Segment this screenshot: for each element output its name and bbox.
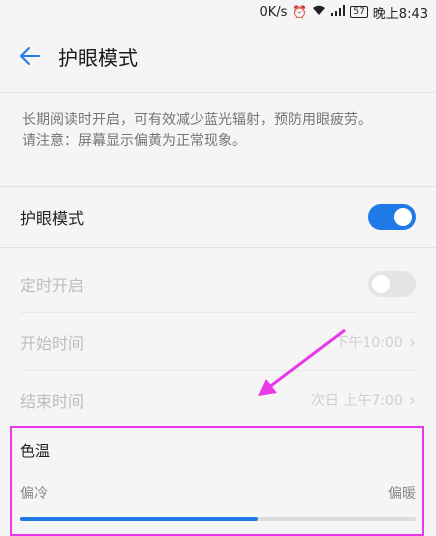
toggle-knob <box>394 208 412 226</box>
signal-icon <box>331 5 346 19</box>
slider-fill <box>20 517 258 521</box>
end-time-row[interactable]: 结束时间 次日 上午7:00 › <box>0 371 436 429</box>
color-temp-slider[interactable] <box>20 517 416 521</box>
section-divider <box>0 186 436 187</box>
status-bar: 0K/s ⏰ 57 晚上8:43 <box>0 0 436 24</box>
app-bar: 护眼模式 <box>0 24 436 88</box>
eye-mode-label: 护眼模式 <box>20 209 85 228</box>
start-time-row[interactable]: 开始时间 下午10:00 › <box>0 313 436 371</box>
back-arrow-icon[interactable] <box>12 38 48 74</box>
network-speed: 0K/s <box>259 4 288 20</box>
toggle-knob <box>372 275 390 293</box>
alarm-clock-icon: ⏰ <box>292 5 308 19</box>
schedule-row[interactable]: 定时开启 <box>0 255 436 313</box>
page-title: 护眼模式 <box>58 45 138 70</box>
start-time-value: 下午10:00 <box>334 335 403 351</box>
cool-label: 偏冷 <box>20 486 48 502</box>
end-time-value: 次日 上午7:00 <box>310 393 403 409</box>
start-time-value-group: 下午10:00 › <box>334 332 416 353</box>
header-divider <box>0 92 436 93</box>
chevron-right-icon: › <box>408 389 416 411</box>
color-temp-label: 色温 <box>20 442 51 460</box>
section-divider-2 <box>0 247 436 248</box>
battery-icon: 57 <box>350 6 368 18</box>
start-time-label: 开始时间 <box>20 334 85 353</box>
description: 长期阅读时开启，可有效减少蓝光辐射，预防用眼疲劳。 请注意：屏幕显示偏黄为正常现… <box>22 110 417 152</box>
schedule-label: 定时开启 <box>20 276 85 295</box>
description-note: 请注意：屏幕显示偏黄为正常现象。 <box>22 133 246 149</box>
eye-mode-row[interactable]: 护眼模式 <box>0 188 436 246</box>
schedule-toggle[interactable] <box>368 271 416 297</box>
end-time-value-group: 次日 上午7:00 › <box>311 390 416 411</box>
warm-label: 偏暖 <box>388 486 416 502</box>
wifi-icon <box>312 5 326 19</box>
end-time-label: 结束时间 <box>20 392 85 411</box>
chevron-right-icon: › <box>408 331 416 353</box>
description-text: 长期阅读时开启，可有效减少蓝光辐射，预防用眼疲劳。 <box>22 112 372 128</box>
eye-mode-toggle[interactable] <box>368 204 416 230</box>
clock: 晚上8:43 <box>372 6 428 22</box>
